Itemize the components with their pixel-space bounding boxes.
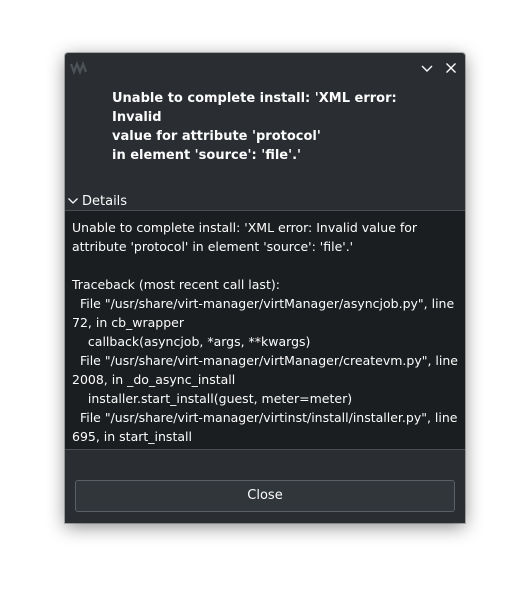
details-text-area[interactable]: Unable to complete install: 'XML error: … [65, 210, 465, 450]
title-bar[interactable] [65, 53, 465, 83]
traceback-text[interactable]: Unable to complete install: 'XML error: … [65, 211, 465, 446]
close-icon[interactable] [442, 59, 460, 77]
error-dialog: Unable to complete install: 'XML error: … [65, 53, 465, 523]
details-expander[interactable]: Details [67, 192, 127, 210]
details-label: Details [82, 193, 128, 209]
chevron-down-icon[interactable] [418, 59, 436, 77]
virt-manager-app-icon [70, 61, 88, 75]
chevron-down-icon [68, 198, 78, 204]
close-button[interactable]: Close [75, 480, 455, 512]
error-message: Unable to complete install: 'XML error: … [112, 91, 397, 163]
